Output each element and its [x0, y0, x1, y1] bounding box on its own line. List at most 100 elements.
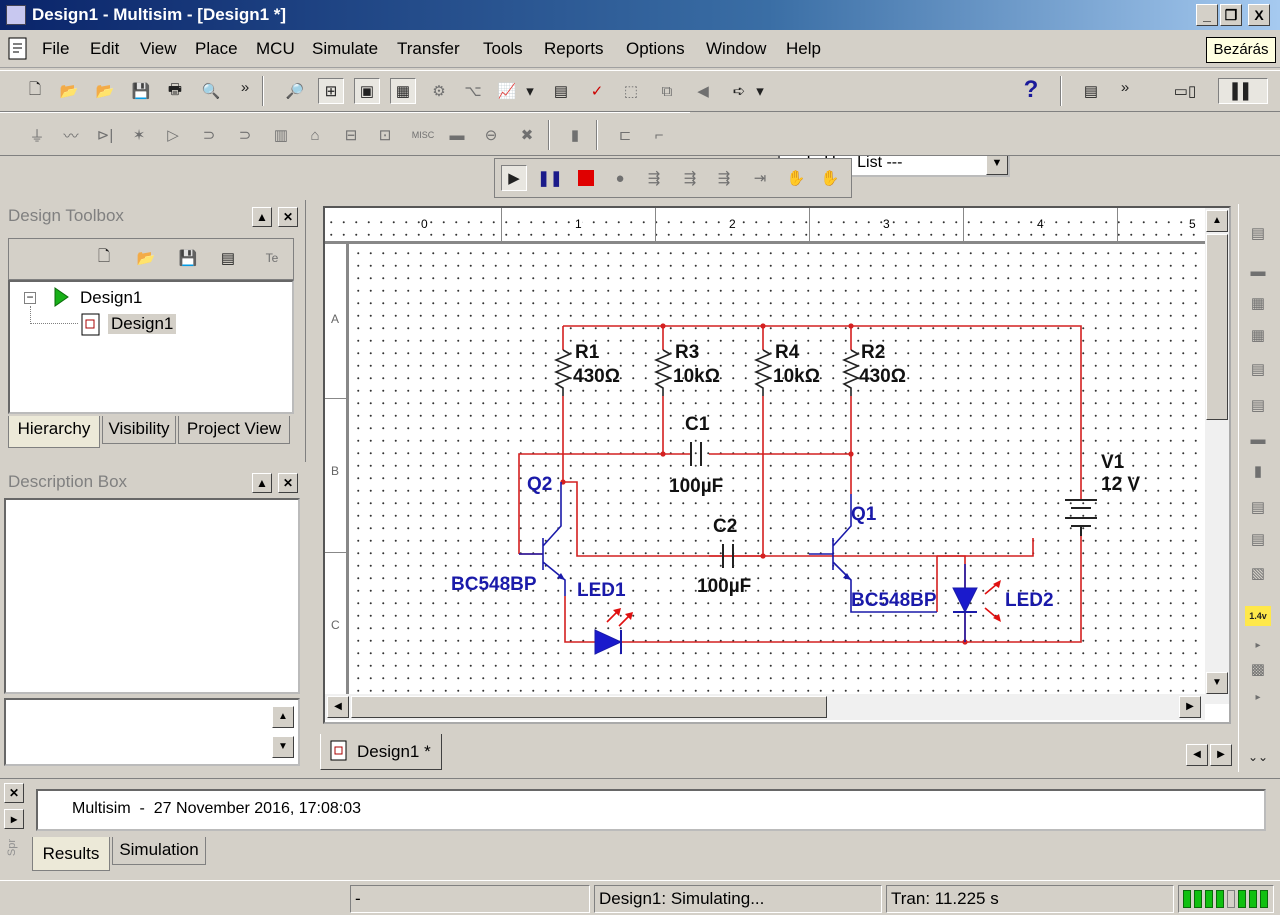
toolbox-toggle-icon[interactable]: ▣ — [354, 78, 380, 104]
minimize-button[interactable]: _ — [1196, 4, 1218, 26]
new-file-icon[interactable]: 🗋 — [91, 245, 117, 271]
print-preview-icon[interactable]: 🔍 — [198, 78, 224, 104]
dropdown-arrow-icon[interactable]: ▾ — [752, 78, 768, 104]
results-close-button[interactable]: ✕ — [4, 783, 24, 803]
close-button[interactable]: X — [1248, 4, 1270, 26]
word-generator-icon[interactable]: ▮ — [1245, 458, 1271, 484]
panel-close-button[interactable]: ✕ — [278, 473, 298, 493]
place-source-icon[interactable]: ⏚ — [24, 122, 50, 148]
menu-transfer[interactable]: Transfer — [397, 39, 460, 59]
stop-icon[interactable] — [573, 165, 599, 191]
menu-reports[interactable]: Reports — [544, 39, 604, 59]
help-icon[interactable]: ? — [1018, 76, 1044, 103]
panel-float-button[interactable]: ▲ — [252, 473, 272, 493]
panel-close-button[interactable]: ✕ — [278, 207, 298, 227]
grapher-icon[interactable]: ⊞ — [318, 78, 344, 104]
place-bus-icon[interactable]: ⌐ — [646, 122, 672, 148]
text-editor-icon[interactable]: Te — [259, 245, 285, 271]
circuit-diagram[interactable] — [325, 208, 1205, 694]
database-icon[interactable]: ⚙ — [426, 78, 452, 104]
tab-hierarchy[interactable]: Hierarchy — [8, 416, 100, 448]
place-rf-icon[interactable]: ⊖ — [478, 122, 504, 148]
menu-view[interactable]: View — [140, 39, 177, 59]
panel-float-button[interactable]: ▲ — [252, 207, 272, 227]
place-mcu-icon[interactable]: ▥ — [268, 122, 294, 148]
place-power-icon[interactable]: ⊡ — [372, 122, 398, 148]
schematic-canvas[interactable]: 0 1 2 3 4 5 A B C R1 430Ω R3 10kΩ R4 10k… — [323, 206, 1231, 724]
expand-arrow-icon[interactable]: ▸ — [1245, 632, 1271, 658]
scroll-left-icon[interactable]: ◀ — [327, 696, 349, 718]
place-hierarchical-icon[interactable]: ⊏ — [612, 122, 638, 148]
tab-scroll-left-icon[interactable]: ◀ — [1186, 744, 1208, 766]
description-edit-icon[interactable]: ▤ — [1078, 78, 1104, 104]
iv-analyzer-icon[interactable]: ▧ — [1245, 560, 1271, 586]
frequency-counter-icon[interactable]: ▬ — [1245, 426, 1271, 452]
scroll-right-icon[interactable]: ▶ — [1179, 696, 1201, 718]
step-out-icon[interactable]: ⇶ — [711, 165, 737, 191]
horizontal-scrollbar[interactable]: ◀ ▶ — [325, 694, 1205, 720]
open-folder-icon[interactable]: 📂 — [133, 245, 159, 271]
scroll-down-icon[interactable]: ▼ — [1206, 672, 1228, 694]
tab-scroll-right-icon[interactable]: ▶ — [1210, 744, 1232, 766]
place-misc-icon[interactable]: MISC — [408, 122, 438, 148]
menu-edit[interactable]: Edit — [90, 39, 119, 59]
calculator-icon[interactable]: ▤ — [548, 78, 574, 104]
save-icon[interactable]: 💾 — [128, 78, 154, 104]
pause-icon[interactable]: ❚❚ — [537, 165, 563, 191]
restore-button[interactable]: ❐ — [1220, 4, 1242, 26]
place-electromech-icon[interactable]: ✖ — [514, 122, 540, 148]
menu-file[interactable]: File — [42, 39, 69, 59]
menu-place[interactable]: Place — [195, 39, 238, 59]
erc-icon[interactable]: ✓ — [584, 78, 610, 104]
voltage-probe-icon[interactable]: 1.4v — [1245, 606, 1271, 626]
scroll-up-icon[interactable]: ▲ — [272, 706, 294, 728]
scroll-up-icon[interactable]: ▲ — [1206, 210, 1228, 232]
toolbar-expand-icon[interactable]: ⌄⌄ — [1245, 744, 1271, 770]
place-transistor-icon[interactable]: ✶ — [126, 122, 152, 148]
print-icon[interactable]: 🖶 — [162, 78, 188, 104]
copy-region-icon[interactable]: ⧉ — [654, 78, 680, 104]
results-expand-button[interactable]: ▸ — [4, 809, 24, 829]
place-diode-icon[interactable]: ⊳| — [92, 122, 118, 148]
four-channel-scope-icon[interactable]: ▤ — [1245, 356, 1271, 382]
menu-tools[interactable]: Tools — [483, 39, 523, 59]
tab-results[interactable]: Results — [32, 837, 110, 871]
open-samples-icon[interactable]: 📂 — [92, 78, 118, 104]
remove-breakpoints-icon[interactable]: ✋ — [817, 165, 843, 191]
open-folder-icon[interactable]: 📂 — [56, 78, 82, 104]
document-icon[interactable] — [6, 36, 32, 62]
expand-arrow-icon[interactable]: ▸ — [1245, 684, 1271, 710]
step-over-icon[interactable]: ⇶ — [677, 165, 703, 191]
tab-design1[interactable]: Design1 * — [320, 734, 442, 770]
run-icon[interactable]: ▶ — [501, 165, 527, 191]
wattmeter-icon[interactable]: ▦ — [1245, 290, 1271, 316]
results-log[interactable]: Multisim - 27 November 2016, 17:08:03 — [36, 789, 1266, 831]
vertical-scroll-thumb[interactable] — [1206, 234, 1228, 420]
tab-simulation[interactable]: Simulation — [112, 837, 206, 865]
oscilloscope-icon[interactable]: ▦ — [1245, 322, 1271, 348]
collapse-icon[interactable]: − — [24, 291, 36, 304]
toggle-breakpoint-icon[interactable]: ✋ — [783, 165, 809, 191]
dropdown-arrow-icon[interactable]: ▾ — [522, 78, 538, 104]
tab-visibility[interactable]: Visibility — [102, 416, 176, 444]
tab-project-view[interactable]: Project View — [178, 416, 290, 444]
place-analog-icon[interactable]: ▷ — [160, 122, 186, 148]
toolbar-more-icon[interactable]: » — [232, 74, 258, 100]
back-annotate-icon[interactable]: ◀ — [690, 78, 716, 104]
instrument-toggle-icon[interactable]: ▭▯ — [1160, 78, 1210, 104]
toolbar-more-icon[interactable]: » — [1112, 74, 1138, 100]
vertical-scrollbar[interactable]: ▲ ▼ — [1205, 208, 1229, 704]
menu-mcu[interactable]: MCU — [256, 39, 295, 59]
menu-window[interactable]: Window — [706, 39, 766, 59]
place-cmos-icon[interactable]: ⊃ — [232, 122, 258, 148]
menu-help[interactable]: Help — [786, 39, 821, 59]
place-ttl-icon[interactable]: ⊃ — [196, 122, 222, 148]
current-probe-icon[interactable]: ▩ — [1245, 656, 1271, 682]
zoom-icon[interactable]: 🔎 — [282, 78, 308, 104]
logic-converter-icon[interactable]: ▤ — [1245, 526, 1271, 552]
place-indicator-icon[interactable]: ⊟ — [338, 122, 364, 148]
place-connector-icon[interactable]: ▮ — [562, 122, 588, 148]
horizontal-scroll-thumb[interactable] — [351, 696, 827, 718]
grapher-view-icon[interactable]: 📈 — [494, 78, 520, 104]
save-icon[interactable]: 💾 — [175, 245, 201, 271]
